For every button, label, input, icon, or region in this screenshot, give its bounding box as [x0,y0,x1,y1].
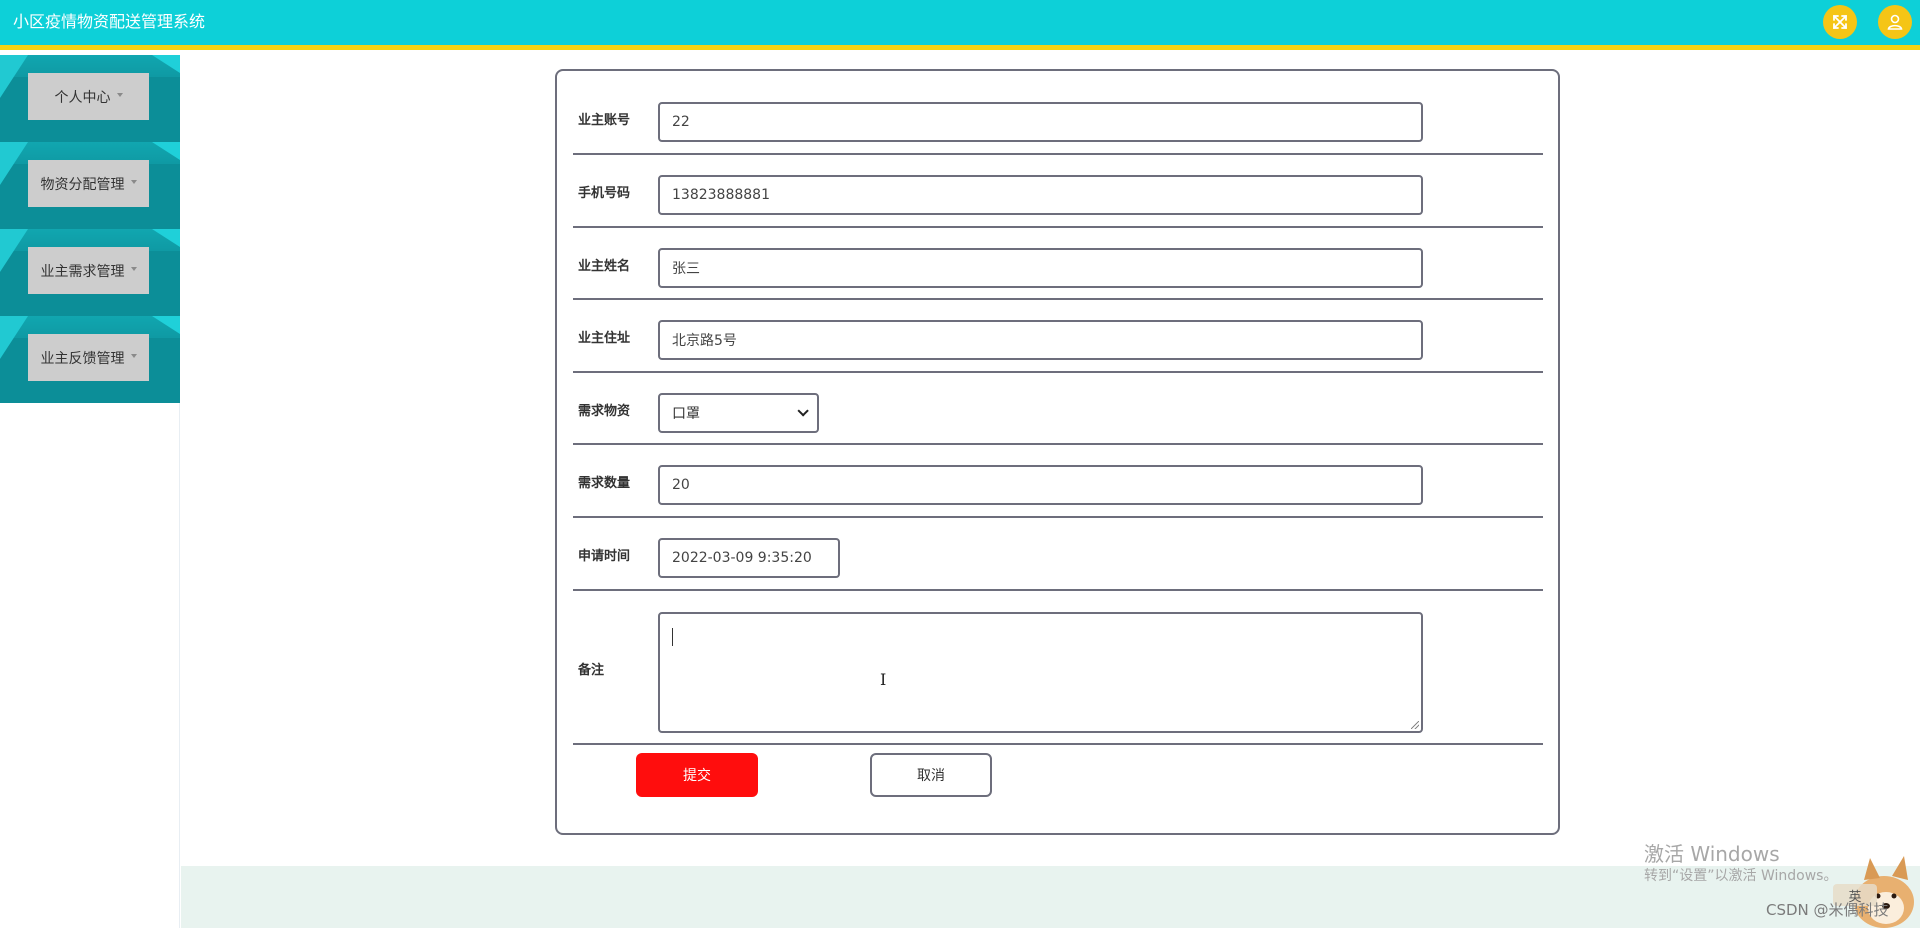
submit-button[interactable]: 提交 [636,753,758,797]
field-label: 业主姓名 [578,259,631,274]
sidebar-button-owner-demand[interactable]: 业主需求管理 [28,247,149,294]
form-row-quantity: 需求数量 20 [573,445,1543,518]
fullscreen-button[interactable] [1823,5,1857,39]
sidebar-item-label: 业主反馈管理 [40,350,125,367]
resize-handle-icon[interactable] [1411,721,1419,729]
caret-down-icon [116,92,123,97]
sidebar-item-owner-feedback: 业主反馈管理 [0,316,180,403]
user-button[interactable] [1878,5,1912,39]
caret-down-icon [130,266,137,271]
supply-select[interactable]: 口罩 [658,393,819,433]
supply-select-value: 口罩 [672,406,700,422]
field-label: 手机号码 [578,186,631,201]
caret-down-icon [130,179,137,184]
sidebar-item-supply-allocation: 物资分配管理 [0,142,180,229]
caret-down-icon [130,353,137,358]
form-row-phone: 手机号码 13823888881 [573,155,1543,228]
form-row-supply: 需求物资 口罩 [573,373,1543,445]
sidebar-button-personal-center[interactable]: 个人中心 [28,73,149,120]
owner-address-input[interactable]: 北京路5号 [658,320,1423,360]
field-label: 申请时间 [578,549,631,564]
windows-activation-subtitle: 转到“设置”以激活 Windows。 [1644,868,1838,884]
form-row-owner-address: 业主住址 北京路5号 [573,300,1543,373]
demand-form: 业主账号 22 手机号码 13823888881 业主姓名 张三 业主住址 北京… [555,69,1560,835]
sidebar-item-label: 业主需求管理 [40,263,125,280]
fullscreen-icon [1833,15,1847,29]
phone-input[interactable]: 13823888881 [658,175,1423,215]
remark-textarea[interactable]: I [658,612,1423,733]
field-label: 需求物资 [578,404,631,419]
sidebar: 个人中心 物资分配管理 业主需求管理 业主反馈管理 [0,55,180,928]
form-row-owner-account: 业主账号 22 [573,71,1543,155]
text-caret [672,628,673,646]
quantity-input[interactable]: 20 [658,465,1423,505]
field-label: 业主账号 [578,113,631,128]
field-label: 需求数量 [578,476,631,491]
owner-account-input[interactable]: 22 [658,102,1423,142]
csdn-watermark: CSDN @米偶科技 [1766,901,1889,919]
field-label: 业主住址 [578,331,631,346]
sidebar-item-label: 个人中心 [54,89,111,106]
user-icon [1887,14,1903,30]
form-row-remark: 备注 I [573,591,1543,745]
form-row-owner-name: 业主姓名 张三 [573,228,1543,300]
ibeam-cursor-icon: I [880,670,887,689]
top-header: 小区疫情物资配送管理系统 [0,0,1920,50]
sidebar-item-personal-center: 个人中心 [0,55,180,142]
owner-name-input[interactable]: 张三 [658,248,1423,288]
chevron-down-icon [797,405,809,417]
cancel-button[interactable]: 取消 [870,753,992,797]
app-title: 小区疫情物资配送管理系统 [13,12,206,31]
sidebar-button-owner-feedback[interactable]: 业主反馈管理 [28,334,149,381]
apply-time-input[interactable]: 2022-03-09 9:35:20 [658,538,840,578]
windows-activation-title: 激活 Windows [1644,842,1780,866]
form-row-apply-time: 申请时间 2022-03-09 9:35:20 [573,518,1543,591]
field-label: 备注 [578,663,605,678]
sidebar-item-owner-demand: 业主需求管理 [0,229,180,316]
sidebar-button-supply-allocation[interactable]: 物资分配管理 [28,160,149,207]
sidebar-item-label: 物资分配管理 [40,176,125,193]
